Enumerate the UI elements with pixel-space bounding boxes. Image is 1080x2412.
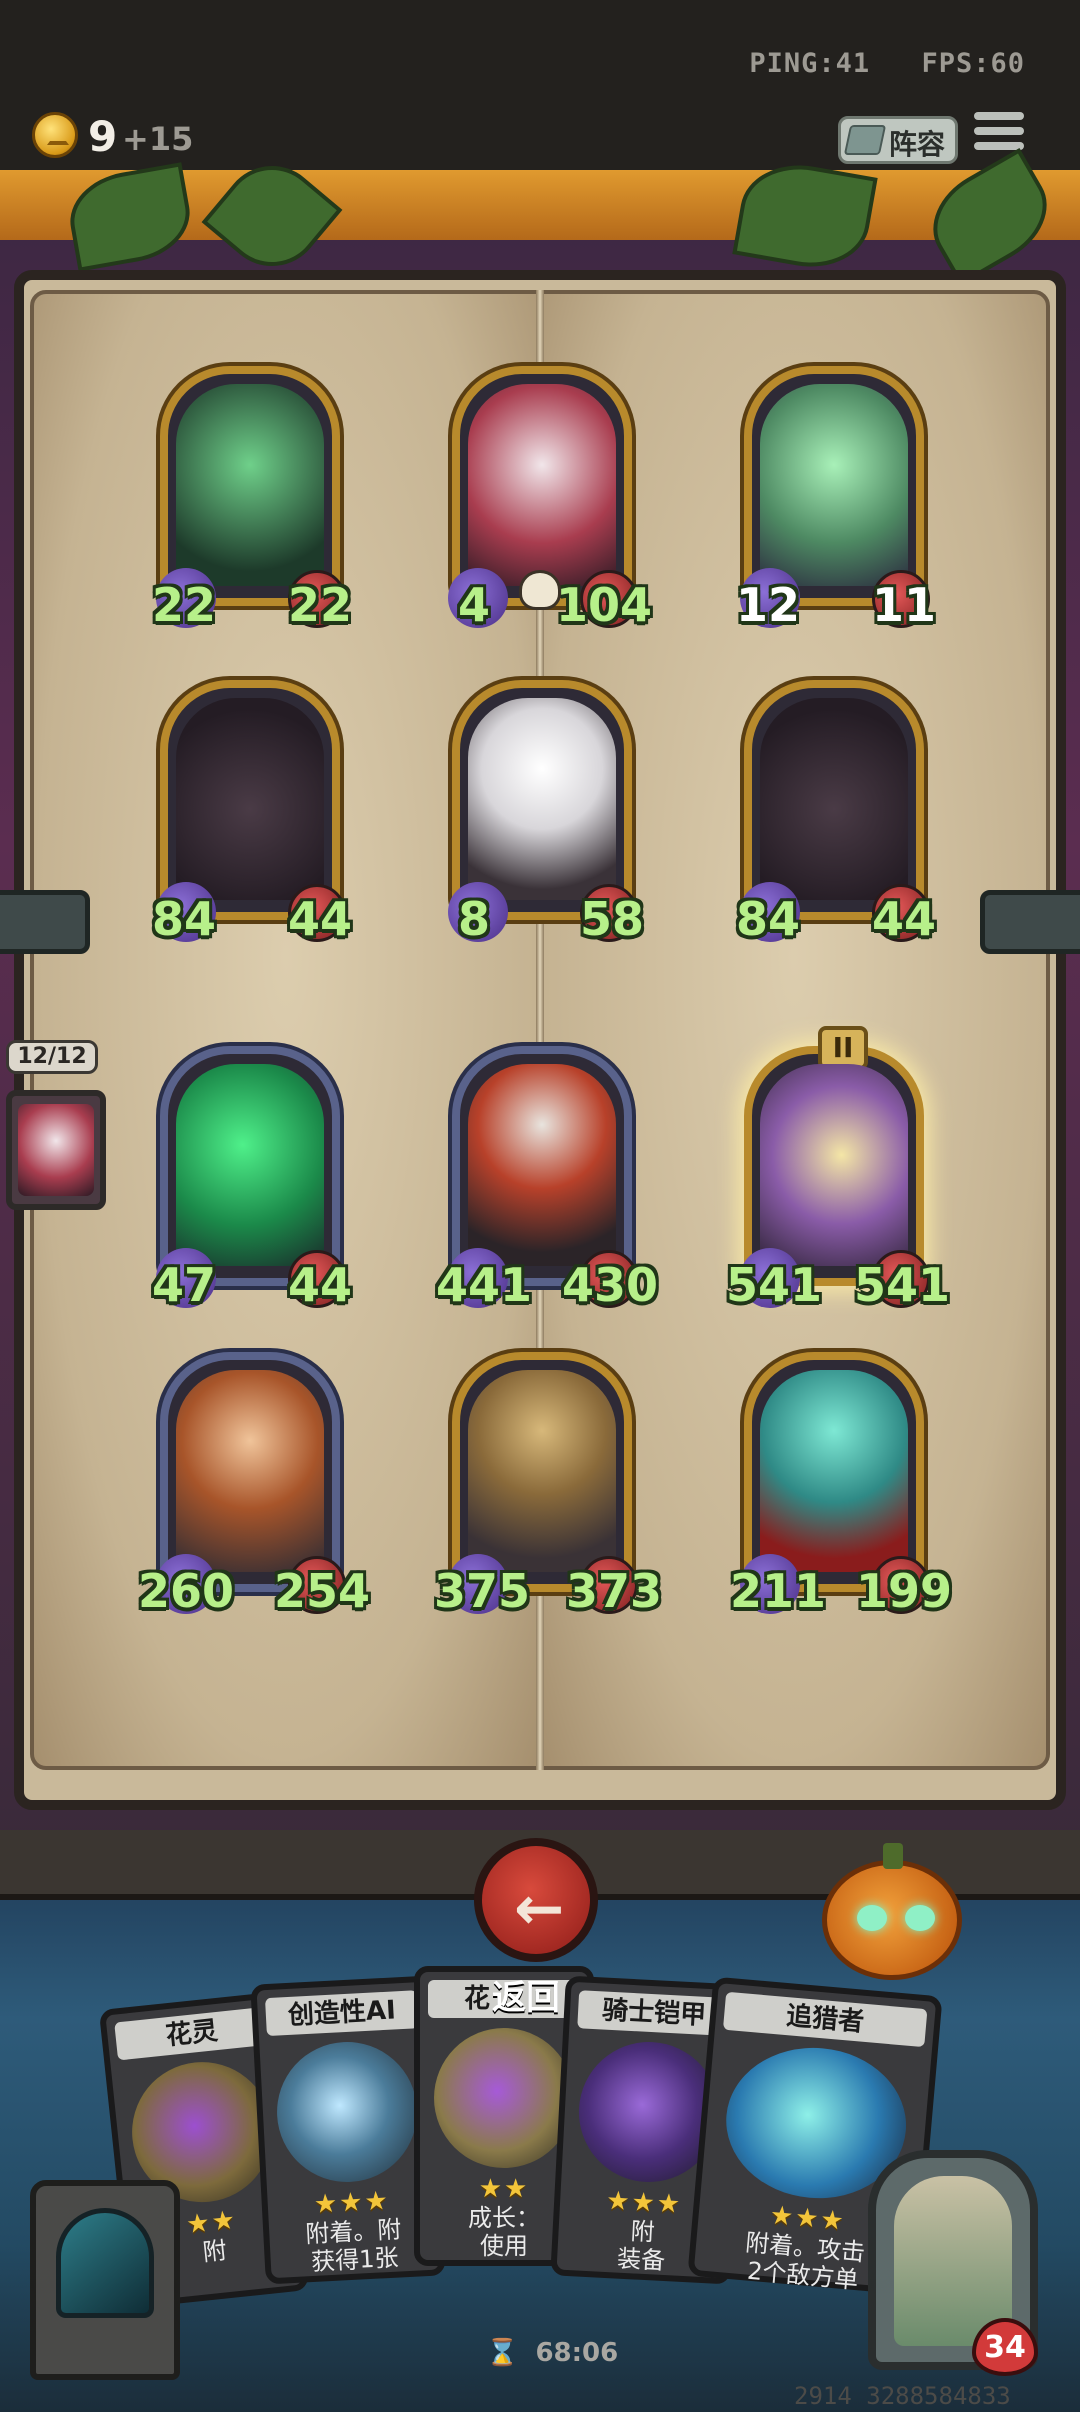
unit-health: 44	[287, 1258, 352, 1312]
board-unit[interactable]: II 541 541	[726, 1026, 950, 1312]
book-clip-right	[980, 890, 1080, 954]
unit-attack: 84	[736, 892, 801, 946]
network-status: PING:41 FPS:60	[749, 48, 1025, 79]
back-button[interactable]: ←	[474, 1838, 598, 1962]
unit-count-badge: 12/12	[6, 1040, 98, 1074]
unit-attack: 541	[726, 1258, 823, 1312]
mirror-deck-icon	[56, 2208, 154, 2318]
unit-attack: 84	[152, 892, 217, 946]
unit-health: 22	[287, 578, 352, 632]
vampire-girl-portrait	[468, 384, 616, 586]
jack-o-ghost-portrait	[468, 698, 616, 900]
board-unit[interactable]: 12 11	[736, 366, 936, 632]
board-unit[interactable]: 441 430	[436, 1046, 658, 1312]
vampire-girl-portrait	[18, 1104, 94, 1196]
return-label[interactable]: 返回	[492, 1970, 560, 2019]
lineup-book-icon	[843, 125, 887, 155]
unit-health: 44	[871, 892, 936, 946]
unit-health: 11	[871, 578, 936, 632]
card-title: 追猎者	[722, 1991, 928, 2048]
board-unit[interactable]: 84 44	[152, 680, 352, 946]
deck-pile[interactable]	[30, 2180, 180, 2380]
crossbow-spirit-portrait	[176, 384, 324, 586]
board-unit[interactable]: 22 22	[152, 366, 352, 632]
green-phantom-portrait	[176, 1064, 324, 1266]
reserve-unit-slot[interactable]	[6, 1090, 106, 1210]
spirit-summoner-portrait	[760, 1370, 908, 1572]
book-clip-left	[0, 890, 90, 954]
board-unit[interactable]: 375 373	[434, 1352, 662, 1618]
shadow-bat-portrait	[176, 698, 324, 900]
unit-attack: 4	[458, 578, 491, 632]
gold-income: +15	[122, 120, 194, 158]
skull-icon	[519, 570, 561, 610]
unit-attack: 441	[436, 1258, 533, 1312]
unit-attack: 211	[730, 1564, 827, 1618]
ghost-cat-portrait	[760, 384, 908, 586]
scarecrow-bot-portrait	[468, 1370, 616, 1572]
pumpkin-eye-icon	[857, 1905, 887, 1931]
board-unit[interactable]: 8 58	[448, 680, 644, 946]
board-unit[interactable]: 84 44	[736, 680, 936, 946]
board-unit[interactable]: 211 199	[730, 1352, 952, 1618]
pumpkin-eye-icon	[905, 1905, 935, 1931]
unit-health: 254	[273, 1564, 370, 1618]
unit-attack: 22	[152, 578, 217, 632]
hooded-assassin-portrait	[468, 1064, 616, 1266]
card-title: 创造性AI	[264, 1990, 419, 2037]
unit-attack: 12	[736, 578, 801, 632]
unit-health: 44	[287, 892, 352, 946]
fps-readout: FPS:60	[921, 48, 1025, 79]
card-title: 花灵	[114, 2006, 270, 2061]
flower-card-art	[434, 2028, 574, 2168]
unit-health: 373	[565, 1564, 662, 1618]
board-unit[interactable]: 47 44	[152, 1046, 352, 1312]
ping-readout: PING:41	[749, 48, 871, 79]
lineup-button[interactable]: 阵容	[838, 116, 958, 164]
pumpkin-pet[interactable]	[822, 1843, 962, 1980]
gold-coin-icon	[32, 112, 78, 158]
lineup-label: 阵容	[889, 128, 946, 161]
unit-health: 104	[555, 578, 652, 632]
back-arrow-icon: ←	[514, 1874, 565, 1944]
archer-boy-portrait	[176, 1370, 324, 1572]
gold-amount: 9	[88, 112, 118, 161]
unit-health: 430	[561, 1258, 658, 1312]
armored-knight-portrait	[760, 1064, 908, 1266]
session-id: 2914 3288584833	[794, 2382, 1011, 2410]
board-unit[interactable]: 260 254	[138, 1352, 370, 1618]
hourglass-icon: ⌛	[486, 2338, 519, 2368]
unit-attack: 375	[434, 1564, 531, 1618]
unit-health: 541	[853, 1258, 950, 1312]
creative-ai-art	[273, 2038, 421, 2186]
unit-health: 58	[579, 892, 644, 946]
unit-attack: 260	[138, 1564, 235, 1618]
unit-health: 199	[855, 1564, 952, 1618]
unit-attack: 8	[458, 892, 491, 946]
unit-attack: 47	[152, 1258, 217, 1312]
timer-value: 68:06	[535, 2338, 619, 2368]
shadow-bat-portrait	[760, 698, 908, 900]
turn-timer: ⌛ 68:06	[486, 2338, 618, 2368]
